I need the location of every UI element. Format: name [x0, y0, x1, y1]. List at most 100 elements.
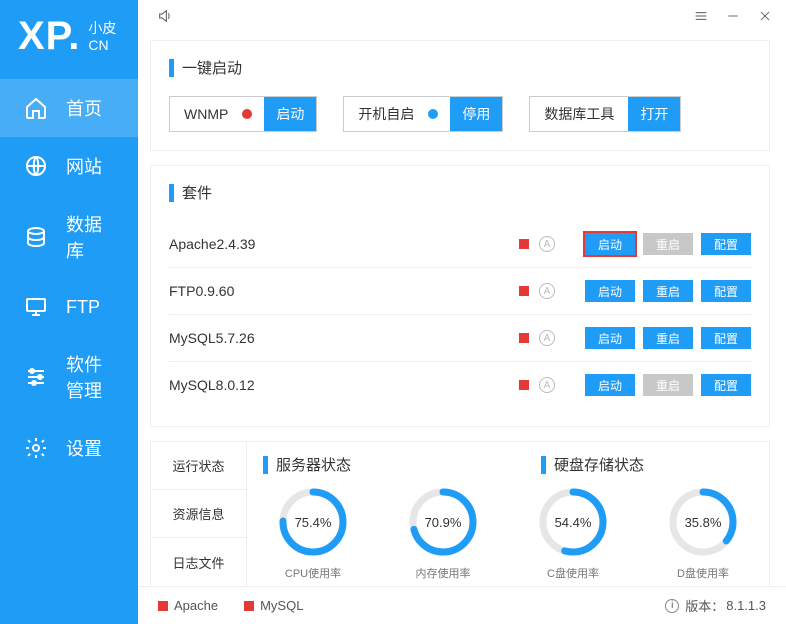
auto-badge: A	[539, 236, 555, 252]
start-button[interactable]: 启动	[585, 280, 635, 302]
status-tab[interactable]: 运行状态	[151, 442, 246, 490]
gauge: 35.8% D盘使用率	[653, 485, 753, 581]
restart-button[interactable]: 重启	[643, 280, 693, 302]
config-button[interactable]: 配置	[701, 280, 751, 302]
logo: XP. 小皮 CN	[0, 0, 138, 79]
gauge-value: 70.9%	[406, 485, 480, 559]
auto-badge: A	[539, 283, 555, 299]
status-dot	[428, 109, 438, 119]
packages-panel: 套件 Apache2.4.39A启动重启配置FTP0.9.60A启动重启配置My…	[150, 165, 770, 427]
status-square	[519, 380, 529, 390]
package-row: Apache2.4.39A启动重启配置	[169, 221, 751, 268]
quick-WNMP: WNMP 启动	[169, 96, 317, 132]
nav: 首页网站数据库 FTP 软件管理设置	[0, 79, 138, 477]
gauge-value: 54.4%	[536, 485, 610, 559]
quick-开机自启: 开机自启 停用	[343, 96, 503, 132]
restart-button[interactable]: 重启	[643, 233, 693, 255]
minimize-icon[interactable]	[724, 7, 742, 25]
nav-item-sliders[interactable]: 软件管理	[0, 335, 138, 419]
quickstart-panel: 一键启动 WNMP启动开机自启停用数据库工具打开	[150, 40, 770, 151]
gauge-value: 75.4%	[276, 485, 350, 559]
gauge: 75.4% CPU使用率	[263, 485, 363, 581]
status-square	[519, 239, 529, 249]
quick-label: 数据库工具	[530, 104, 628, 124]
nav-label: 数据库	[66, 211, 114, 263]
quickstart-title: 一键启动	[169, 57, 751, 78]
gauges: 75.4% CPU使用率 70.9% 内存使用率 54.4% C盘使用率 35.8% D盘使用…	[263, 485, 753, 581]
quickstart-row: WNMP启动开机自启停用数据库工具打开	[169, 96, 751, 132]
config-button[interactable]: 配置	[701, 233, 751, 255]
nav-item-gear[interactable]: 设置	[0, 419, 138, 477]
database-icon	[24, 225, 48, 249]
version-info: i 版本： 8.1.1.3	[665, 596, 766, 615]
package-name: FTP0.9.60	[169, 283, 505, 299]
quick-btn-打开[interactable]: 打开	[628, 97, 680, 131]
packages-title: 套件	[169, 182, 751, 203]
package-row: MySQL8.0.12 A 启动重启配置	[169, 362, 751, 408]
nav-item-globe[interactable]: 网站	[0, 137, 138, 195]
quick-label: WNMP	[170, 106, 242, 122]
start-button[interactable]: 启动	[585, 374, 635, 396]
content: 一键启动 WNMP启动开机自启停用数据库工具打开 套件 Apache2.4.39…	[138, 32, 786, 586]
gauge-value: 35.8%	[666, 485, 740, 559]
footer-service: MySQL	[244, 598, 303, 613]
quick-数据库工具: 数据库工具打开	[529, 96, 681, 132]
nav-label: 设置	[66, 435, 102, 461]
restart-button[interactable]: 重启	[643, 327, 693, 349]
globe-icon	[24, 154, 48, 178]
info-icon: i	[665, 599, 679, 613]
restart-button[interactable]: 重启	[643, 374, 693, 396]
nav-item-home[interactable]: 首页	[0, 79, 138, 137]
logo-small: 小皮 CN	[88, 20, 116, 54]
nav-label: FTP	[66, 297, 100, 318]
quick-btn-停用[interactable]: 停用	[450, 97, 502, 131]
footer-services: Apache MySQL	[158, 598, 303, 613]
gear-icon	[24, 436, 48, 460]
auto-badge: A	[539, 330, 555, 346]
auto-badge: A	[539, 377, 555, 393]
nav-item-monitor[interactable]: FTP	[0, 279, 138, 335]
nav-label: 首页	[66, 95, 102, 121]
main: 一键启动 WNMP启动开机自启停用数据库工具打开 套件 Apache2.4.39…	[138, 0, 786, 624]
package-name: MySQL5.7.26	[169, 330, 505, 346]
monitor-icon	[24, 295, 48, 319]
close-icon[interactable]	[756, 7, 774, 25]
status-square	[519, 333, 529, 343]
status-square	[244, 601, 254, 611]
menu-icon[interactable]	[692, 7, 710, 25]
status-panel: 运行状态资源信息日志文件 服务器状态 硬盘存储状态 75.4% CPU使用率 70.…	[150, 441, 770, 586]
status-tab[interactable]: 日志文件	[151, 538, 246, 586]
sliders-icon	[24, 365, 48, 389]
footer-service: Apache	[158, 598, 218, 613]
server-status-title: 服务器状态	[263, 454, 351, 475]
status-square	[519, 286, 529, 296]
footer: Apache MySQL i 版本： 8.1.1.3	[138, 586, 786, 624]
logo-big: XP.	[18, 14, 80, 59]
sidebar: XP. 小皮 CN 首页网站数据库 FTP 软件管理设置	[0, 0, 138, 624]
gauge-label: 内存使用率	[416, 565, 471, 581]
nav-label: 软件管理	[66, 351, 114, 403]
config-button[interactable]: 配置	[701, 327, 751, 349]
disk-status-title: 硬盘存储状态	[541, 454, 644, 475]
package-name: MySQL8.0.12	[169, 377, 505, 393]
sound-icon[interactable]	[156, 7, 174, 25]
start-button[interactable]: 启动	[585, 327, 635, 349]
nav-label: 网站	[66, 153, 102, 179]
gauge-label: D盘使用率	[677, 565, 729, 581]
package-row: FTP0.9.60 A 启动重启配置	[169, 268, 751, 315]
titlebar	[138, 0, 786, 32]
quick-btn-启动[interactable]: 启动	[264, 97, 316, 131]
packages-list: Apache2.4.39A启动重启配置FTP0.9.60A启动重启配置MySQL…	[169, 221, 751, 408]
quick-label: 开机自启	[344, 104, 428, 124]
home-icon	[24, 96, 48, 120]
gauge-label: CPU使用率	[285, 565, 341, 581]
package-row: MySQL5.7.26 A 启动重启配置	[169, 315, 751, 362]
start-button[interactable]: 启动	[585, 233, 635, 255]
gauge-label: C盘使用率	[547, 565, 599, 581]
gauge: 54.4% C盘使用率	[523, 485, 623, 581]
status-tab[interactable]: 资源信息	[151, 490, 246, 538]
status-tabs: 运行状态资源信息日志文件	[151, 442, 247, 586]
nav-item-database[interactable]: 数据库	[0, 195, 138, 279]
status-dot	[242, 109, 252, 119]
config-button[interactable]: 配置	[701, 374, 751, 396]
